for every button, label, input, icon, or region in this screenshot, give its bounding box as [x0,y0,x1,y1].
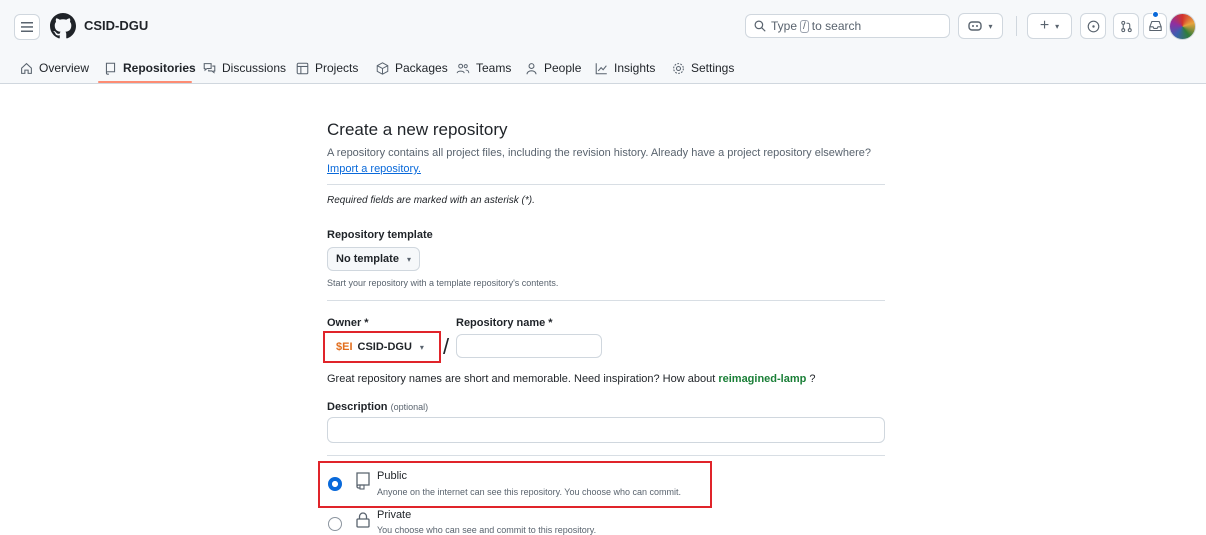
owner-selected-value: CSID-DGU [357,341,412,353]
tab-repositories[interactable]: Repositories [104,52,196,84]
owner-label: Owner * [327,317,369,329]
description-label-text: Description [327,401,388,413]
visibility-highlight-box [318,461,712,508]
required-fields-note: Required fields are marked with an aster… [327,195,535,206]
search-suffix: to search [811,19,862,33]
owner-repo-separator: / [443,334,450,359]
app-header: CSID-DGU Type / to search ▾ + ▾ Overview… [0,0,1206,84]
inspiration-text: Great repository names are short and mem… [327,373,716,385]
name-inspiration: Great repository names are short and mem… [327,373,816,385]
people-icon [456,63,470,73]
import-repository-link[interactable]: Import a repository. [327,163,421,175]
plus-icon: + [1039,17,1050,34]
public-radio[interactable] [328,477,342,491]
repository-name-input[interactable] [456,334,602,358]
tab-people[interactable]: People [525,52,581,84]
tab-label: Teams [476,61,512,75]
divider [327,455,885,456]
lock-icon [356,512,370,528]
owner-select[interactable]: $EI CSID-DGU ▾ [327,335,433,359]
page-title: Create a new repository [327,120,508,139]
private-title: Private [377,509,412,521]
pull-request-icon [1120,20,1132,32]
divider [327,184,885,185]
description-label: Description (optional) [327,401,428,413]
notification-indicator [1152,11,1159,18]
private-radio[interactable] [328,517,342,531]
graph-icon [595,62,607,74]
hamburger-icon [21,22,33,32]
tab-insights[interactable]: Insights [595,52,655,84]
chevron-down-icon: ▾ [988,21,993,31]
page-subtitle: A repository contains all project files,… [327,147,871,159]
pull-requests-button[interactable] [1113,13,1139,39]
create-new-button[interactable]: + ▾ [1027,13,1072,39]
tab-label: Discussions [222,61,287,75]
chevron-down-icon: ▾ [1055,21,1060,31]
table-icon [296,62,309,74]
chevron-down-icon: ▾ [406,254,411,264]
gear-icon [673,62,684,74]
divider [327,300,885,301]
tab-label: Projects [315,61,359,75]
tab-packages[interactable]: Packages [376,52,448,84]
tab-label: Insights [614,61,656,75]
suggested-name-link[interactable]: reimagined-lamp [718,373,806,385]
tab-discussions[interactable]: Discussions [203,52,286,84]
tab-settings[interactable]: Settings [672,52,734,84]
person-icon [526,62,537,74]
chevron-down-icon: ▾ [419,342,424,352]
discussions-icon [203,62,216,74]
search-icon [754,20,766,32]
package-icon [376,61,389,75]
inbox-icon [1148,21,1162,31]
search-input[interactable]: Type / to search [745,14,950,38]
tab-label: Overview [39,61,90,75]
template-label: Repository template [327,229,433,241]
tab-teams[interactable]: Teams [456,52,511,84]
copilot-button[interactable]: ▾ [958,13,1003,39]
repo-icon [356,472,370,490]
tab-label: People [544,61,582,75]
search-shortcut-key: / [800,19,809,33]
tab-label: Packages [395,61,448,75]
issue-opened-icon [1087,20,1099,32]
description-input[interactable] [327,417,885,443]
user-avatar[interactable] [1169,13,1196,40]
tab-overview[interactable]: Overview [20,52,89,84]
tab-label: Settings [691,61,735,75]
private-description: You choose who can see and commit to thi… [377,525,597,535]
template-hint: Start your repository with a template re… [327,278,559,288]
home-icon [21,62,32,74]
repository-name-label: Repository name * [456,317,553,329]
optional-tag: (optional) [390,402,429,412]
tab-label: Repositories [123,61,196,75]
menu-button[interactable] [14,14,40,40]
active-tab-indicator [98,81,192,83]
template-selected-value: No template [336,253,399,265]
tab-projects[interactable]: Projects [296,52,358,84]
inspiration-suffix: ? [809,373,816,385]
public-title: Public [377,470,407,482]
public-description: Anyone on the internet can see this repo… [377,487,682,497]
org-avatar-badge: $EI [336,341,353,353]
repo-icon [105,62,116,75]
github-logo-icon[interactable] [50,13,76,39]
header-divider [1016,16,1017,36]
issues-button[interactable] [1080,13,1106,39]
org-name[interactable]: CSID-DGU [84,18,148,33]
search-prefix: Type [771,19,798,33]
copilot-icon [968,21,983,31]
template-select[interactable]: No template ▾ [327,247,420,271]
org-nav: Overview Repositories Discussions Projec… [0,52,1206,84]
